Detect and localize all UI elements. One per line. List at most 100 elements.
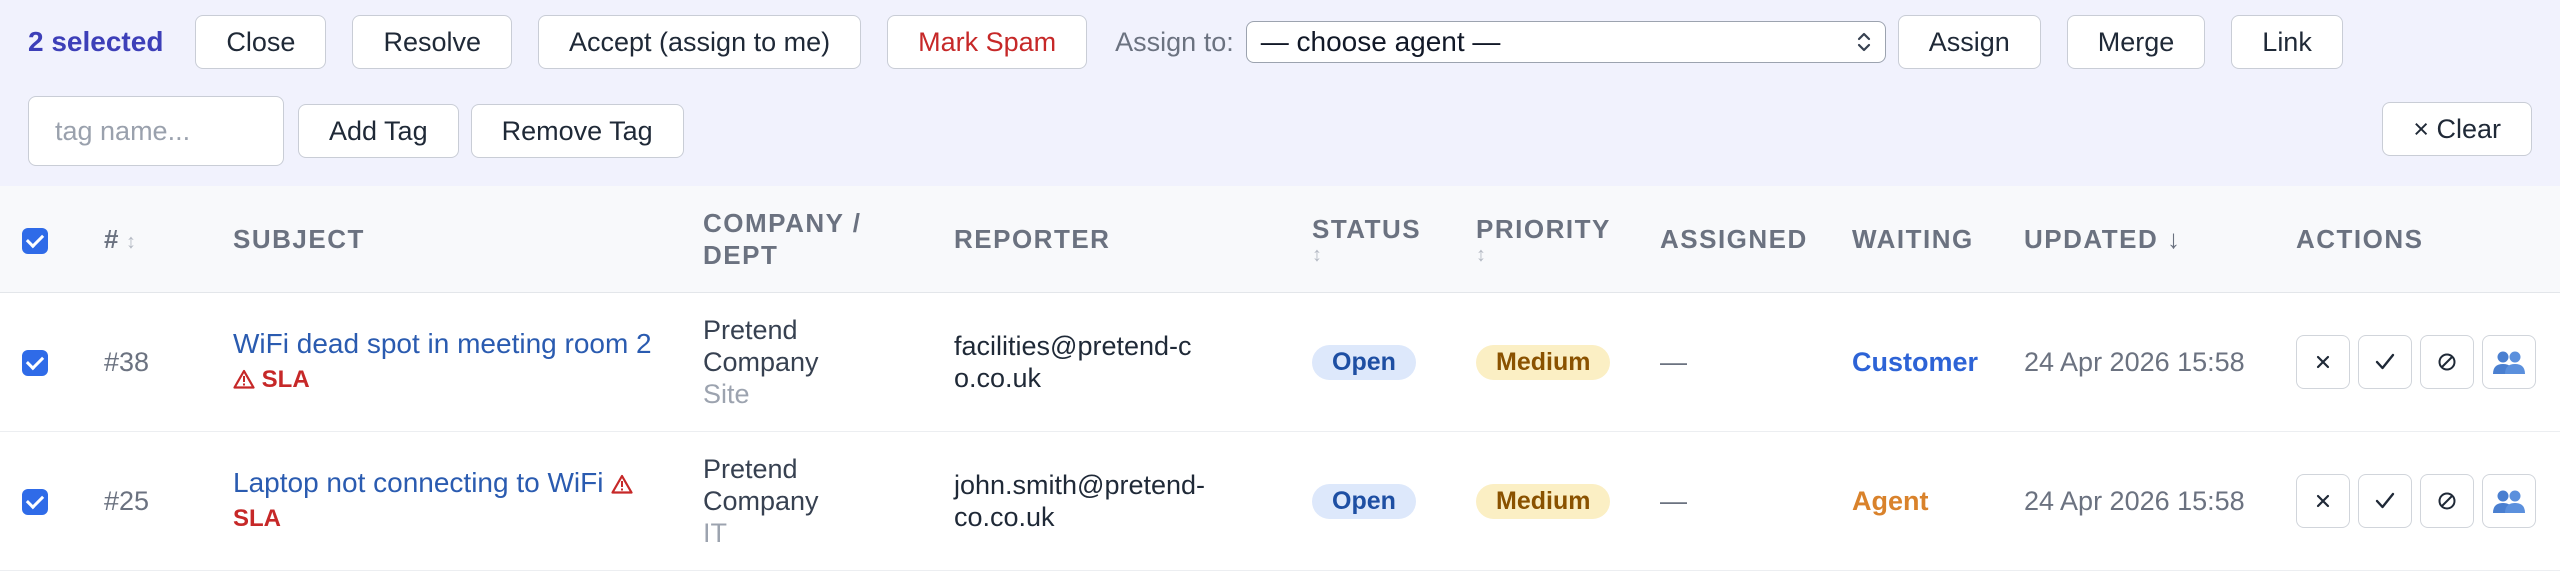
sort-icon: ↕ xyxy=(1476,244,1488,266)
sla-badge: SLA xyxy=(233,366,310,393)
row-actions xyxy=(2296,335,2560,389)
column-header-number[interactable]: # ↕ xyxy=(104,186,233,293)
company-name: Pretend Company xyxy=(703,315,819,377)
ban-icon xyxy=(2438,353,2456,371)
status-cell: Open xyxy=(1312,431,1476,571)
department-name: IT xyxy=(703,518,727,548)
spam-ticket-button[interactable] xyxy=(2420,335,2474,389)
assign-button[interactable]: Assign xyxy=(1897,15,2041,69)
updated-timestamp: 24 Apr 2026 15:58 xyxy=(2024,292,2296,432)
row-select-cell xyxy=(0,431,104,571)
updated-timestamp: 24 Apr 2026 15:58 xyxy=(2024,431,2296,571)
column-header-priority-label: PRIORITY xyxy=(1476,214,1611,244)
row-checkbox[interactable] xyxy=(22,489,48,516)
waiting-on: Agent xyxy=(1852,485,1929,516)
agent-select-value: — choose agent — xyxy=(1260,26,1501,57)
selected-count: 2 selected xyxy=(28,26,164,57)
column-header-status[interactable]: STATUS ↕ xyxy=(1312,186,1476,293)
sla-label: SLA xyxy=(233,505,281,532)
remove-tag-button[interactable]: Remove Tag xyxy=(470,104,684,158)
column-header-updated[interactable]: UPDATED ↓ xyxy=(2024,186,2296,293)
users-icon xyxy=(2493,490,2525,513)
status-badge: Open xyxy=(1312,344,1416,380)
close-ticket-button[interactable] xyxy=(2296,335,2350,389)
reporter-email: john.smith@pretend-co.co.uk xyxy=(954,470,1206,532)
waiting-on: Customer xyxy=(1852,346,1979,377)
reporter-email: facilities@pretend-co.co.uk xyxy=(954,331,1192,393)
resolve-ticket-button[interactable] xyxy=(2358,335,2412,389)
check-icon xyxy=(2375,492,2395,509)
ticket-id: #38 xyxy=(104,292,233,432)
select-chevron-icon xyxy=(1857,30,1871,54)
resolve-ticket-button[interactable] xyxy=(2358,474,2412,528)
column-header-actions: ACTIONS xyxy=(2296,186,2560,293)
ticket-subject-link[interactable]: WiFi dead spot in meeting room 2 SLA xyxy=(233,328,653,396)
priority-badge: Medium xyxy=(1476,344,1611,380)
users-icon xyxy=(2493,351,2525,374)
table-header-row: # ↕ SUBJECT COMPANY / DEPT REPORTER STATU… xyxy=(0,186,2560,293)
reporter-cell: facilities@pretend-co.co.uk xyxy=(954,292,1312,432)
ticket-id: #25 xyxy=(104,431,233,571)
ban-icon xyxy=(2438,492,2456,510)
actions-cell xyxy=(2296,292,2560,432)
ticket-subject-link[interactable]: Laptop not connecting to WiFi SLA xyxy=(233,467,653,535)
subject-cell: WiFi dead spot in meeting room 2 SLA xyxy=(233,292,703,432)
select-all-checkbox[interactable] xyxy=(22,227,48,254)
link-button[interactable]: Link xyxy=(2231,15,2343,69)
column-header-reporter[interactable]: REPORTER xyxy=(954,186,1312,293)
accept-button[interactable]: Accept (assign to me) xyxy=(538,15,862,69)
mark-spam-button[interactable]: Mark Spam xyxy=(887,15,1088,69)
priority-badge: Medium xyxy=(1476,483,1611,519)
tag-name-input[interactable] xyxy=(28,96,284,166)
column-header-status-label: STATUS xyxy=(1312,214,1422,244)
column-header-assigned[interactable]: ASSIGNED xyxy=(1660,186,1852,293)
close-ticket-button[interactable] xyxy=(2296,474,2350,528)
ticket-subject-text: Laptop not connecting to WiFi xyxy=(233,467,604,498)
table-row[interactable]: #38 WiFi dead spot in meeting room 2 SLA… xyxy=(0,292,2560,432)
select-all-cell xyxy=(0,186,104,293)
assign-ticket-button[interactable] xyxy=(2482,335,2536,389)
add-tag-button[interactable]: Add Tag xyxy=(298,104,459,158)
column-header-company-label: COMPANY / DEPT xyxy=(703,208,862,270)
resolve-button[interactable]: Resolve xyxy=(352,15,512,69)
actions-cell xyxy=(2296,431,2560,571)
waiting-cell: Agent xyxy=(1852,431,2024,571)
bulk-actions-row: 2 selected Close Resolve Accept (assign … xyxy=(28,14,2369,70)
column-header-priority[interactable]: PRIORITY ↕ xyxy=(1476,186,1660,293)
priority-cell: Medium xyxy=(1476,431,1660,571)
table-row[interactable]: #25 Laptop not connecting to WiFi SLA Pr… xyxy=(0,431,2560,571)
company-name: Pretend Company xyxy=(703,454,819,516)
column-header-company[interactable]: COMPANY / DEPT xyxy=(703,186,954,293)
tickets-table: # ↕ SUBJECT COMPANY / DEPT REPORTER STATU… xyxy=(0,186,2560,571)
priority-cell: Medium xyxy=(1476,292,1660,432)
warning-icon xyxy=(233,369,255,389)
warning-icon xyxy=(611,474,633,494)
waiting-cell: Customer xyxy=(1852,292,2024,432)
row-actions xyxy=(2296,474,2560,528)
assign-ticket-button[interactable] xyxy=(2482,474,2536,528)
column-header-waiting[interactable]: WAITING xyxy=(1852,186,2024,293)
check-icon xyxy=(2375,353,2395,370)
x-icon xyxy=(2316,355,2330,369)
reporter-cell: john.smith@pretend-co.co.uk xyxy=(954,431,1312,571)
spam-ticket-button[interactable] xyxy=(2420,474,2474,528)
sla-label: SLA xyxy=(261,366,310,393)
company-cell: Pretend Company IT xyxy=(703,431,954,571)
merge-button[interactable]: Merge xyxy=(2066,15,2206,69)
status-badge: Open xyxy=(1312,483,1416,519)
subject-cell: Laptop not connecting to WiFi SLA xyxy=(233,431,703,571)
department-name: Site xyxy=(703,379,750,409)
sort-icon: ↕ xyxy=(1312,244,1324,266)
x-icon xyxy=(2316,494,2330,508)
sort-icon: ↕ xyxy=(125,230,138,253)
clear-selection-button[interactable]: × Clear xyxy=(2382,102,2532,156)
agent-select[interactable]: — choose agent — xyxy=(1245,21,1886,63)
close-button[interactable]: Close xyxy=(195,15,327,69)
status-cell: Open xyxy=(1312,292,1476,432)
row-checkbox[interactable] xyxy=(22,350,48,377)
column-header-subject[interactable]: SUBJECT xyxy=(233,186,703,293)
row-select-cell xyxy=(0,292,104,432)
bulk-action-bar: 2 selected Close Resolve Accept (assign … xyxy=(0,0,2560,186)
ticket-subject-text: WiFi dead spot in meeting room 2 xyxy=(233,328,652,359)
assigned-value: — xyxy=(1660,292,1852,432)
